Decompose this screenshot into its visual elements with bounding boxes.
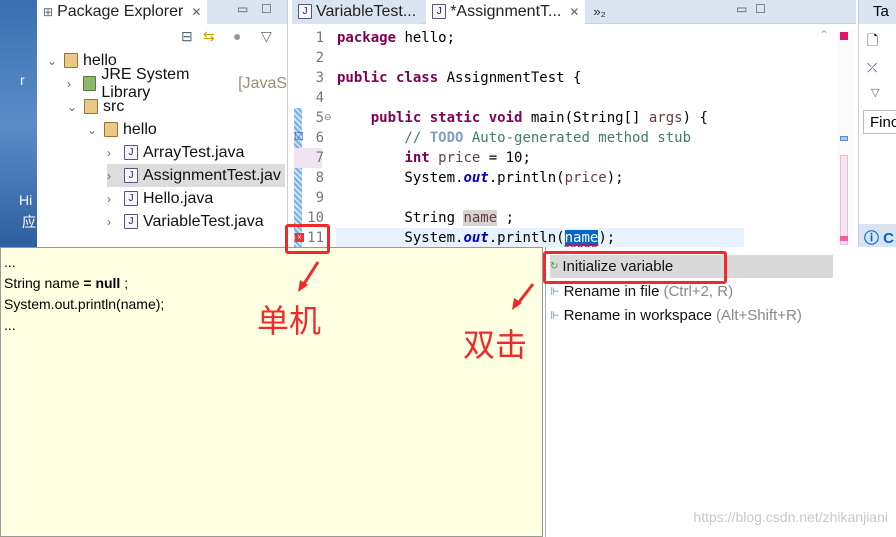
annotation-single-click: 单机 <box>257 302 322 340</box>
annotation-arrows <box>298 261 535 310</box>
annotation-double-click: 双击 <box>463 326 528 364</box>
watermark: https://blog.csdn.net/zhikanjiani <box>693 509 888 525</box>
